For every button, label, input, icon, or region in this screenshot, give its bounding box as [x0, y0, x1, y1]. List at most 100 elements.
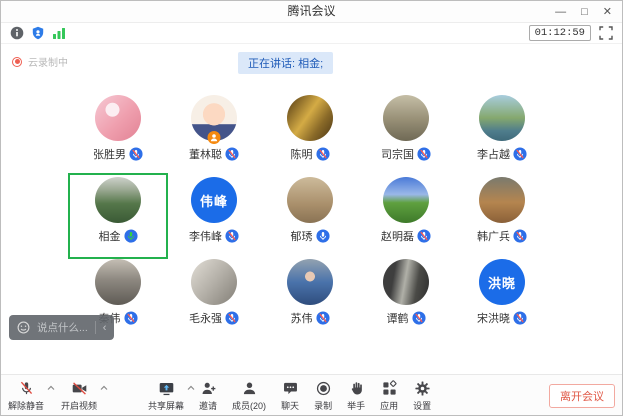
apps-icon: [381, 380, 398, 397]
statusbar-right: 01:12:59: [529, 25, 613, 41]
signal-icon[interactable]: [52, 26, 66, 40]
participant-avatar: [383, 259, 429, 305]
toolbar-item-label: 录制: [314, 399, 332, 412]
participant-avatar: [287, 95, 333, 141]
chat-placeholder: 说点什么...: [37, 320, 88, 335]
toolbar-item-record[interactable]: 录制: [314, 380, 332, 412]
maximize-button[interactable]: □: [581, 7, 588, 18]
participant-tile[interactable]: 相金: [70, 175, 166, 257]
participant-tile[interactable]: 张胜男: [70, 93, 166, 175]
camera-off-icon: [71, 380, 88, 397]
toolbar-item-label: 解除静音: [8, 399, 44, 412]
minimize-button[interactable]: —: [555, 7, 566, 18]
toolbar-item-label: 设置: [413, 399, 431, 412]
window-controls: — □ ✕: [555, 1, 612, 23]
participant-avatar: [287, 259, 333, 305]
mic-muted-icon: [513, 147, 527, 161]
chevron-up-icon[interactable]: [187, 385, 195, 391]
mic-muted-icon: [412, 311, 426, 325]
chat-collapse-button[interactable]: ‹: [103, 322, 107, 334]
participant-avatar: [383, 177, 429, 223]
mic-on-icon: [316, 229, 330, 243]
toolbar-item-apps[interactable]: 应用: [380, 380, 398, 412]
fullscreen-icon[interactable]: [599, 26, 613, 40]
smiley-icon[interactable]: [17, 321, 30, 334]
participant-name: 宋洪晓: [477, 310, 510, 326]
settings-icon: [414, 380, 431, 397]
participant-avatar: [191, 259, 237, 305]
participant-avatar: 洪晓: [479, 259, 525, 305]
participant-avatar: [95, 177, 141, 223]
mic-muted-icon: [225, 311, 239, 325]
meeting-window: 腾讯会议 — □ ✕ 01:12:59 云录制中 正在讲话: 相金; 张胜男: [0, 0, 623, 416]
mic-muted-icon: [417, 147, 431, 161]
toolbar-item-label: 开启视频: [61, 399, 97, 412]
participant-tile[interactable]: 陈明: [262, 93, 358, 175]
participant-avatar: [95, 95, 141, 141]
info-icon[interactable]: [10, 26, 24, 40]
recording-indicator: 云录制中: [12, 54, 68, 69]
toolbar-center-group: 共享屏幕 邀请 成员(20) 聊天 录制 举手 应用 设置: [148, 380, 431, 412]
participant-tile[interactable]: 司宗国: [358, 93, 454, 175]
bottom-toolbar: 解除静音 开启视频 共享屏幕 邀请 成员(20) 聊天 录制 举手 应用 设置 离开会议: [1, 374, 622, 415]
participant-tile[interactable]: 李占越: [454, 93, 550, 175]
mic-muted-icon: [513, 229, 527, 243]
participant-tile[interactable]: 洪晓宋洪晓: [454, 257, 550, 339]
participant-tile[interactable]: 伟峰李伟峰: [166, 175, 262, 257]
record-icon: [315, 380, 332, 397]
raise-hand-icon: [348, 380, 365, 397]
mic-muted-icon: [124, 311, 138, 325]
members-icon: [241, 380, 258, 397]
toolbar-left-group: 解除静音 开启视频: [8, 380, 97, 412]
title-bar: 腾讯会议 — □ ✕: [1, 1, 622, 23]
participant-name: 韩广兵: [477, 228, 510, 244]
participant-tile[interactable]: 苏伟: [262, 257, 358, 339]
participant-avatar: [191, 95, 237, 141]
meeting-timer: 01:12:59: [529, 25, 591, 41]
leave-meeting-button[interactable]: 离开会议: [549, 384, 615, 408]
participant-tile[interactable]: 毛永强: [166, 257, 262, 339]
participant-avatar: 伟峰: [191, 177, 237, 223]
chat-divider: [95, 321, 96, 334]
mic-muted-icon: [225, 147, 239, 161]
chevron-up-icon[interactable]: [100, 385, 108, 391]
chat-icon: [282, 380, 299, 397]
mic-muted-icon: [513, 311, 527, 325]
toolbar-item-members[interactable]: 成员(20): [232, 380, 266, 412]
window-title: 腾讯会议: [1, 1, 622, 22]
participant-name: 毛永强: [189, 310, 222, 326]
recording-dot-icon: [12, 57, 22, 67]
chevron-up-icon[interactable]: [47, 385, 55, 391]
participant-tile[interactable]: 郁琇: [262, 175, 358, 257]
toolbar-item-invite[interactable]: 邀请: [199, 380, 217, 412]
toolbar-item-raise-hand[interactable]: 举手: [347, 380, 365, 412]
toolbar-item-share-screen[interactable]: 共享屏幕: [148, 380, 184, 412]
mic-muted-icon: [316, 311, 330, 325]
toolbar-item-settings[interactable]: 设置: [413, 380, 431, 412]
toolbar-item-mic-off[interactable]: 解除静音: [8, 380, 44, 412]
participant-name: 董林聪: [189, 146, 222, 162]
participant-tile[interactable]: 韩广兵: [454, 175, 550, 257]
toolbar-item-label: 应用: [380, 399, 398, 412]
toolbar-item-chat[interactable]: 聊天: [281, 380, 299, 412]
participant-name: 相金: [99, 228, 121, 244]
chat-quick-input[interactable]: 说点什么... ‹: [9, 315, 114, 340]
status-bar: 01:12:59: [1, 23, 622, 44]
recording-label: 云录制中: [28, 54, 68, 69]
participant-tile[interactable]: 谭鹤: [358, 257, 454, 339]
participant-tile[interactable]: 赵明磊: [358, 175, 454, 257]
mic-muted-icon: [417, 229, 431, 243]
participant-avatar: [479, 95, 525, 141]
toolbar-item-label: 聊天: [281, 399, 299, 412]
shield-icon[interactable]: [31, 26, 45, 40]
toolbar-item-camera-off[interactable]: 开启视频: [61, 380, 97, 412]
toolbar-item-label: 成员(20): [232, 399, 266, 412]
participant-name: 谭鹤: [387, 310, 409, 326]
toolbar-item-label: 共享屏幕: [148, 399, 184, 412]
close-button[interactable]: ✕: [603, 7, 612, 18]
toolbar-item-label: 邀请: [199, 399, 217, 412]
participant-tile[interactable]: 董林聪: [166, 93, 262, 175]
mic-muted-icon: [129, 147, 143, 161]
participant-name: 郁琇: [291, 228, 313, 244]
toolbar-item-label: 举手: [347, 399, 365, 412]
